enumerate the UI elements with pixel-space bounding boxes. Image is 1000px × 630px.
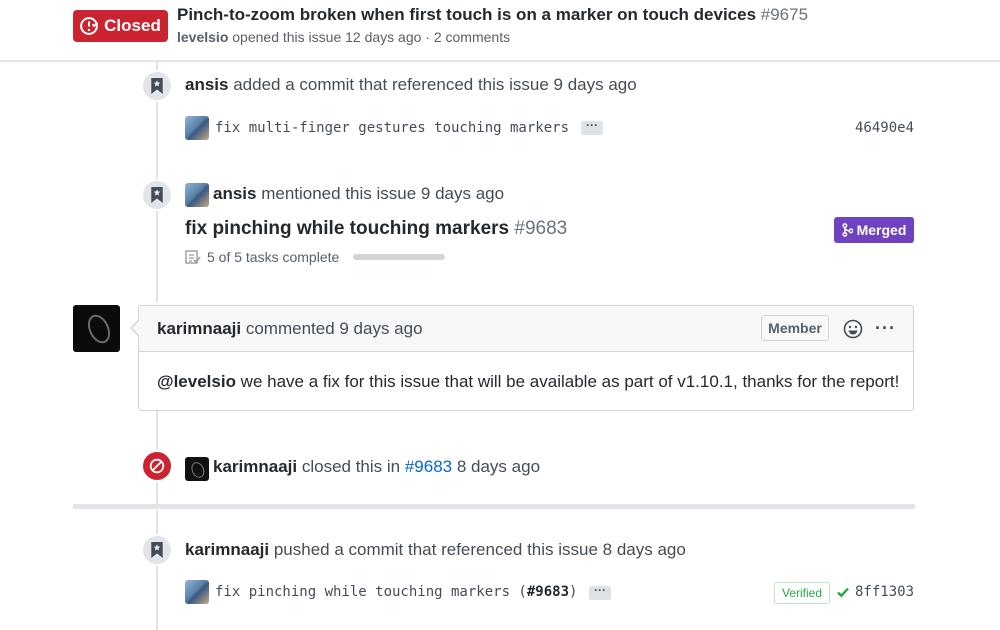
avatar[interactable] (185, 183, 209, 207)
avatar[interactable] (185, 457, 209, 481)
issue-closed-icon (80, 17, 99, 35)
commit-pr-ref[interactable]: #9683 (527, 584, 569, 600)
more-options-icon[interactable]: ··· (875, 318, 896, 339)
event-actor[interactable]: ansis (185, 75, 228, 94)
timeline-divider (73, 504, 915, 509)
pr-title-link[interactable]: fix pinching while touching markers #968… (185, 218, 567, 240)
circle-slash-icon (149, 458, 165, 474)
closed-event-text: karimnaaji closed this in #9683 8 days a… (213, 457, 541, 476)
commit-sha[interactable]: 8ff1303 (855, 584, 914, 600)
event-actor[interactable]: karimnaaji (185, 540, 269, 559)
bookmark-icon (141, 534, 173, 566)
bookmark-icon (141, 70, 173, 102)
member-badge: Member (761, 315, 829, 341)
checklist-icon (185, 250, 201, 264)
comment-author[interactable]: karimnaaji (157, 319, 241, 338)
issue-meta: levelsio opened this issue 12 days ago ·… (177, 29, 511, 45)
emoji-reaction-icon[interactable] (843, 319, 863, 344)
expand-commit-button[interactable]: ··· (589, 584, 611, 600)
closed-event-badge (141, 450, 173, 482)
avatar[interactable] (185, 116, 209, 140)
commit-message[interactable]: fix multi-finger gestures touching marke… (215, 120, 569, 136)
sticky-issue-header: Closed Pinch-to-zoom broken when first t… (0, 0, 1000, 62)
mention-event-text: ansis mentioned this issue 9 days ago (213, 184, 505, 203)
timeline-line (156, 510, 158, 630)
merge-icon (842, 223, 853, 237)
comment-body: @levelsio we have a fix for this issue t… (157, 372, 900, 391)
merged-badge: Merged (834, 217, 914, 243)
commit-sha[interactable]: 46490e4 (855, 120, 914, 136)
comment: karimnaaji commented 9 days ago Member ·… (138, 305, 914, 411)
comment-timestamp[interactable]: commented 9 days ago (241, 319, 423, 338)
user-mention[interactable]: @levelsio (157, 372, 236, 391)
commit-message[interactable]: fix pinching while touching markers (#96… (215, 584, 577, 600)
commit-event-text: ansis added a commit that referenced thi… (185, 75, 637, 94)
event-actor[interactable]: ansis (213, 184, 256, 203)
check-icon (836, 585, 850, 604)
avatar[interactable] (73, 305, 120, 352)
issue-title: Pinch-to-zoom broken when first touch is… (177, 5, 809, 24)
state-badge: Closed (73, 10, 168, 42)
event-actor[interactable]: karimnaaji (213, 457, 297, 476)
pr-link[interactable]: #9683 (405, 457, 452, 476)
issue-author[interactable]: levelsio (177, 29, 228, 45)
pr-number[interactable]: #9683 (514, 218, 567, 239)
pushed-event-text: karimnaaji pushed a commit that referenc… (185, 540, 686, 559)
task-progress-bar (353, 254, 446, 260)
bookmark-icon (141, 179, 173, 211)
task-progress: 5 of 5 tasks complete (185, 249, 446, 265)
issue-number: #9675 (760, 5, 809, 24)
comment-header: karimnaaji commented 9 days ago Member ·… (139, 306, 913, 352)
comment-pointer-inner (132, 321, 139, 335)
verified-badge[interactable]: Verified (774, 582, 830, 604)
expand-commit-button[interactable]: ··· (581, 119, 603, 135)
task-progress-fill (353, 254, 446, 260)
avatar[interactable] (185, 580, 209, 604)
